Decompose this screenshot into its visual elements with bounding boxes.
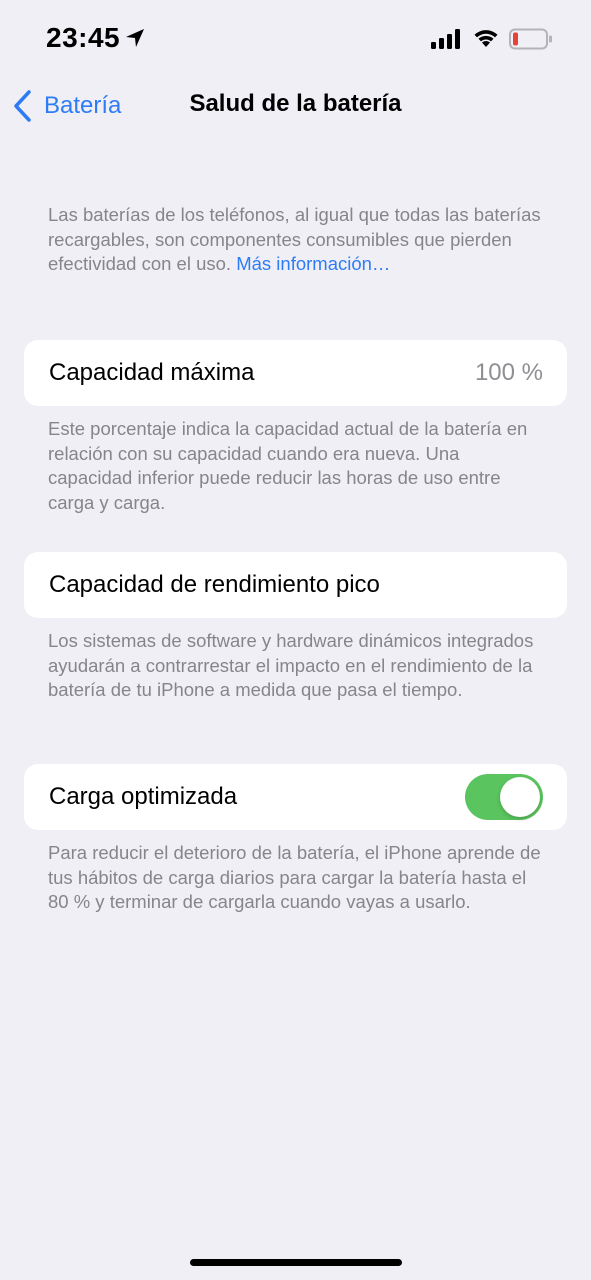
intro-description: Las baterías de los teléfonos, al igual … (48, 204, 541, 274)
page-title: Salud de la batería (189, 90, 402, 117)
toggle-knob (500, 777, 540, 817)
peak-performance-row: Capacidad de rendimiento pico (24, 552, 567, 618)
optimized-charging-label: Carga optimizada (49, 783, 238, 810)
optimized-charging-row: Carga optimizada (24, 764, 567, 830)
wifi-icon (474, 30, 498, 47)
max-capacity-label: Capacidad máxima (49, 359, 255, 386)
optimized-charging-footer: Para reducir el deterioro de la batería,… (48, 842, 541, 912)
peak-performance-label: Capacidad de rendimiento pico (49, 571, 380, 598)
battery-low-icon (509, 28, 552, 50)
home-indicator[interactable] (190, 1259, 402, 1266)
location-arrow-icon (126, 29, 144, 47)
max-capacity-row: Capacidad máxima 100 % (24, 340, 567, 406)
max-capacity-value: 100 % (474, 359, 543, 386)
status-bar: 23:45 (0, 0, 591, 80)
optimized-charging-toggle[interactable] (465, 774, 543, 820)
max-capacity-footer: Este porcentaje indica la capacidad actu… (48, 418, 528, 513)
peak-performance-footer: Los sistemas de software y hardware diná… (48, 630, 534, 700)
status-time: 23:45 (46, 22, 121, 53)
cellular-signal-icon (431, 29, 460, 49)
more-info-link[interactable]: Más información… (236, 253, 390, 274)
